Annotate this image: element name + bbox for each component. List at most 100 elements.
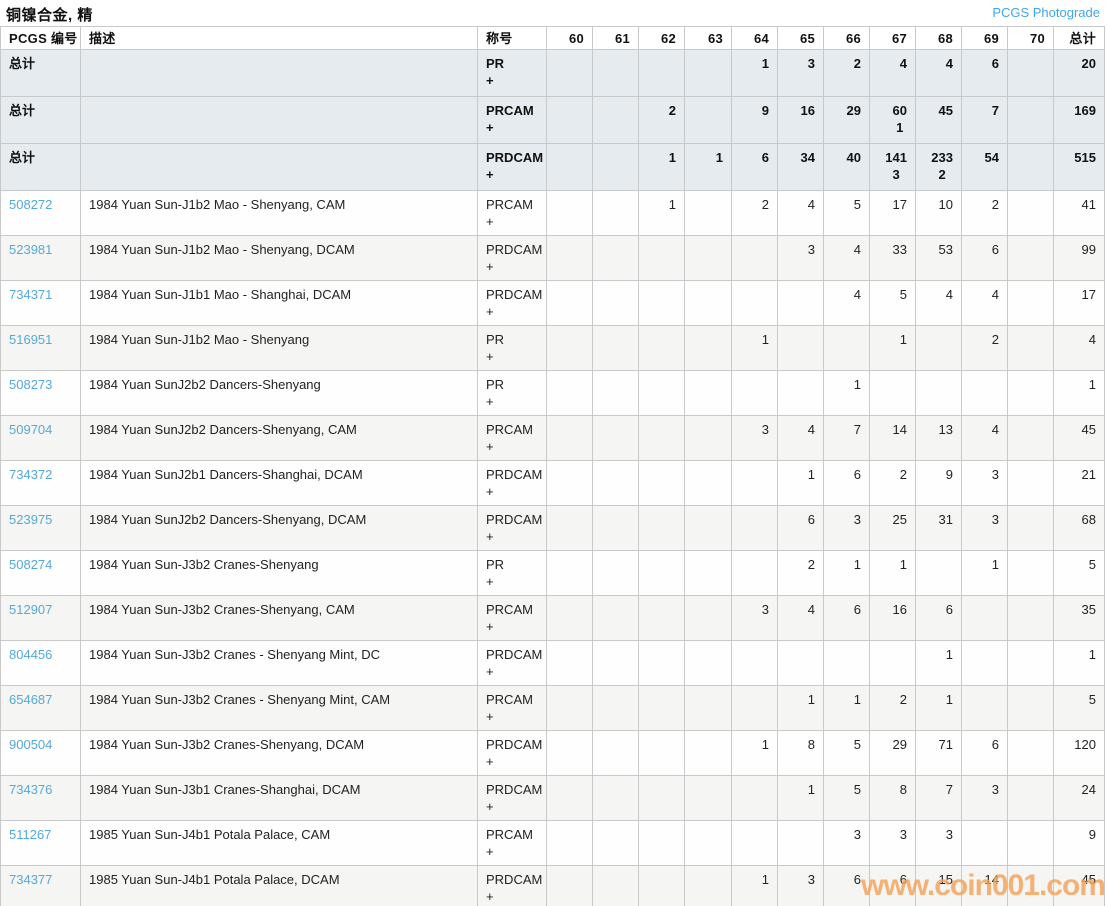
grade-count-plus: 3 xyxy=(892,167,900,182)
grade-count-cell: 40 xyxy=(823,143,870,191)
pcgs-number-link[interactable]: 734376 xyxy=(9,782,52,797)
grade-count-cell xyxy=(592,49,639,97)
grade-count-cell xyxy=(777,325,824,371)
pcgs-number-link[interactable]: 900504 xyxy=(9,737,52,752)
grade-count-cell: 1 xyxy=(823,685,870,731)
grade-count-cell xyxy=(592,460,639,506)
pcgs-number-link[interactable]: 516951 xyxy=(9,332,52,347)
pcgs-photograde-link[interactable]: PCGS Photograde xyxy=(992,5,1100,20)
grade-count-multiline: 60 1 xyxy=(893,102,907,136)
grade-count-cell xyxy=(731,370,778,416)
grade-count-cell xyxy=(546,865,593,906)
grade-count-cell xyxy=(869,640,916,686)
grade-count-cell xyxy=(684,49,732,97)
grade-count-cell xyxy=(684,775,732,821)
pcgs-number-link[interactable]: 508272 xyxy=(9,197,52,212)
pcgs-number-link[interactable]: 512907 xyxy=(9,602,52,617)
grade-count-cell xyxy=(684,685,732,731)
designation-cell: PRDCAM + xyxy=(477,865,547,906)
grade-count-cell xyxy=(731,775,778,821)
pcgs-number-cell: 508272 xyxy=(0,190,81,236)
coin-row: 523975 1984 Yuan SunJ2b2 Dancers-Shenyang… xyxy=(0,505,1105,551)
column-header-14: 总计 xyxy=(1053,26,1105,50)
description-cell: 1984 Yuan Sun-J1b1 Mao - Shanghai, DCAM xyxy=(80,280,478,326)
grade-count-cell xyxy=(592,143,639,191)
column-header-13: 70 xyxy=(1007,26,1054,50)
designation-label: PR xyxy=(486,557,505,572)
designation-plus: + xyxy=(486,754,494,769)
pcgs-number-link[interactable]: 523981 xyxy=(9,242,52,257)
grade-count-cell xyxy=(731,640,778,686)
pcgs-number-link[interactable]: 509704 xyxy=(9,422,52,437)
table-header-row: PCGS 编号 描述 称号 60 61 62 63 64 65 66 67 68 69 70 总计 xyxy=(0,26,1105,50)
pcgs-number-link[interactable]: 804456 xyxy=(9,647,52,662)
total-count-cell: 68 xyxy=(1053,505,1105,551)
grade-count-cell: 3 xyxy=(731,595,778,641)
pcgs-number-cell: 总计 xyxy=(0,143,81,191)
grade-count-cell: 4 xyxy=(777,415,824,461)
total-count-cell: 5 xyxy=(1053,685,1105,731)
pcgs-number-cell: 508274 xyxy=(0,550,81,596)
pcgs-number-link[interactable]: 734371 xyxy=(9,287,52,302)
grade-count-primary: 141 xyxy=(885,150,907,165)
pcgs-number-link[interactable]: 508274 xyxy=(9,557,52,572)
grade-count-cell xyxy=(684,96,732,144)
designation-cell: PRCAM + xyxy=(477,415,547,461)
grade-count-cell xyxy=(777,370,824,416)
grade-count-cell xyxy=(684,730,732,776)
grade-count-cell xyxy=(638,325,685,371)
grade-count-cell xyxy=(592,325,639,371)
coin-row: 734371 1984 Yuan Sun-J1b1 Mao - Shanghai,… xyxy=(0,280,1105,326)
grade-count-cell: 1 xyxy=(915,640,962,686)
designation-plus: + xyxy=(486,529,494,544)
column-header-7: 64 xyxy=(731,26,778,50)
designation-plus: + xyxy=(486,394,494,409)
grade-count-cell xyxy=(546,96,593,144)
total-count-cell: 1 xyxy=(1053,640,1105,686)
description-cell: 1985 Yuan Sun-J4b1 Potala Palace, DCAM xyxy=(80,865,478,906)
grade-count-cell xyxy=(638,49,685,97)
pcgs-number-link[interactable]: 734372 xyxy=(9,467,52,482)
grade-count-cell: 8 xyxy=(869,775,916,821)
designation-plus: + xyxy=(486,709,494,724)
coin-row: 508274 1984 Yuan Sun-J3b2 Cranes-Shenyang… xyxy=(0,550,1105,596)
grade-count-primary: 60 xyxy=(892,103,907,118)
designation-label: PRDCAM xyxy=(486,467,543,482)
pcgs-number-link[interactable]: 734377 xyxy=(9,872,52,887)
grade-count-cell: 1 xyxy=(684,143,732,191)
total-count-cell: 41 xyxy=(1053,190,1105,236)
pcgs-number-cell: 总计 xyxy=(0,49,81,97)
pcgs-number-link[interactable]: 508273 xyxy=(9,377,52,392)
grade-count-cell: 2 xyxy=(961,190,1008,236)
grade-count-cell xyxy=(1007,865,1054,906)
column-header-0: PCGS 编号 xyxy=(0,26,81,50)
total-label: 总计 xyxy=(9,150,36,165)
description-cell xyxy=(80,96,478,144)
designation-label: PRDCAM xyxy=(486,150,544,165)
grade-count-cell: 7 xyxy=(915,775,962,821)
description-cell: 1984 Yuan Sun-J1b2 Mao - Shenyang, CAM xyxy=(80,190,478,236)
designation-label: PRCAM xyxy=(486,602,533,617)
designation-plus: + xyxy=(486,844,494,859)
population-table: PCGS 编号 描述 称号 60 61 62 63 64 65 66 67 68 69 70 总计 总计 PR… xyxy=(0,26,1105,906)
total-count-cell: 515 xyxy=(1053,143,1105,191)
pcgs-number-cell: 523981 xyxy=(0,235,81,281)
grade-count-cell xyxy=(1007,96,1054,144)
grade-count-cell xyxy=(546,143,593,191)
grade-count-cell: 7 xyxy=(961,96,1008,144)
pcgs-number-link[interactable]: 511267 xyxy=(9,827,51,842)
grade-count-cell: 1 xyxy=(777,685,824,731)
grade-count-cell xyxy=(546,820,593,866)
designation-plus: + xyxy=(486,167,494,182)
grade-count-cell xyxy=(546,505,593,551)
grade-count-cell: 1 xyxy=(823,550,870,596)
designation-label: PRDCAM xyxy=(486,512,543,527)
grade-count-cell xyxy=(546,280,593,326)
pcgs-number-link[interactable]: 523975 xyxy=(9,512,52,527)
grade-count-cell xyxy=(684,460,732,506)
grade-count-cell xyxy=(546,685,593,731)
pcgs-number-link[interactable]: 654687 xyxy=(9,692,52,707)
grade-count-cell xyxy=(684,550,732,596)
grade-count-cell: 33 xyxy=(869,235,916,281)
grade-count-cell: 2 xyxy=(869,460,916,506)
